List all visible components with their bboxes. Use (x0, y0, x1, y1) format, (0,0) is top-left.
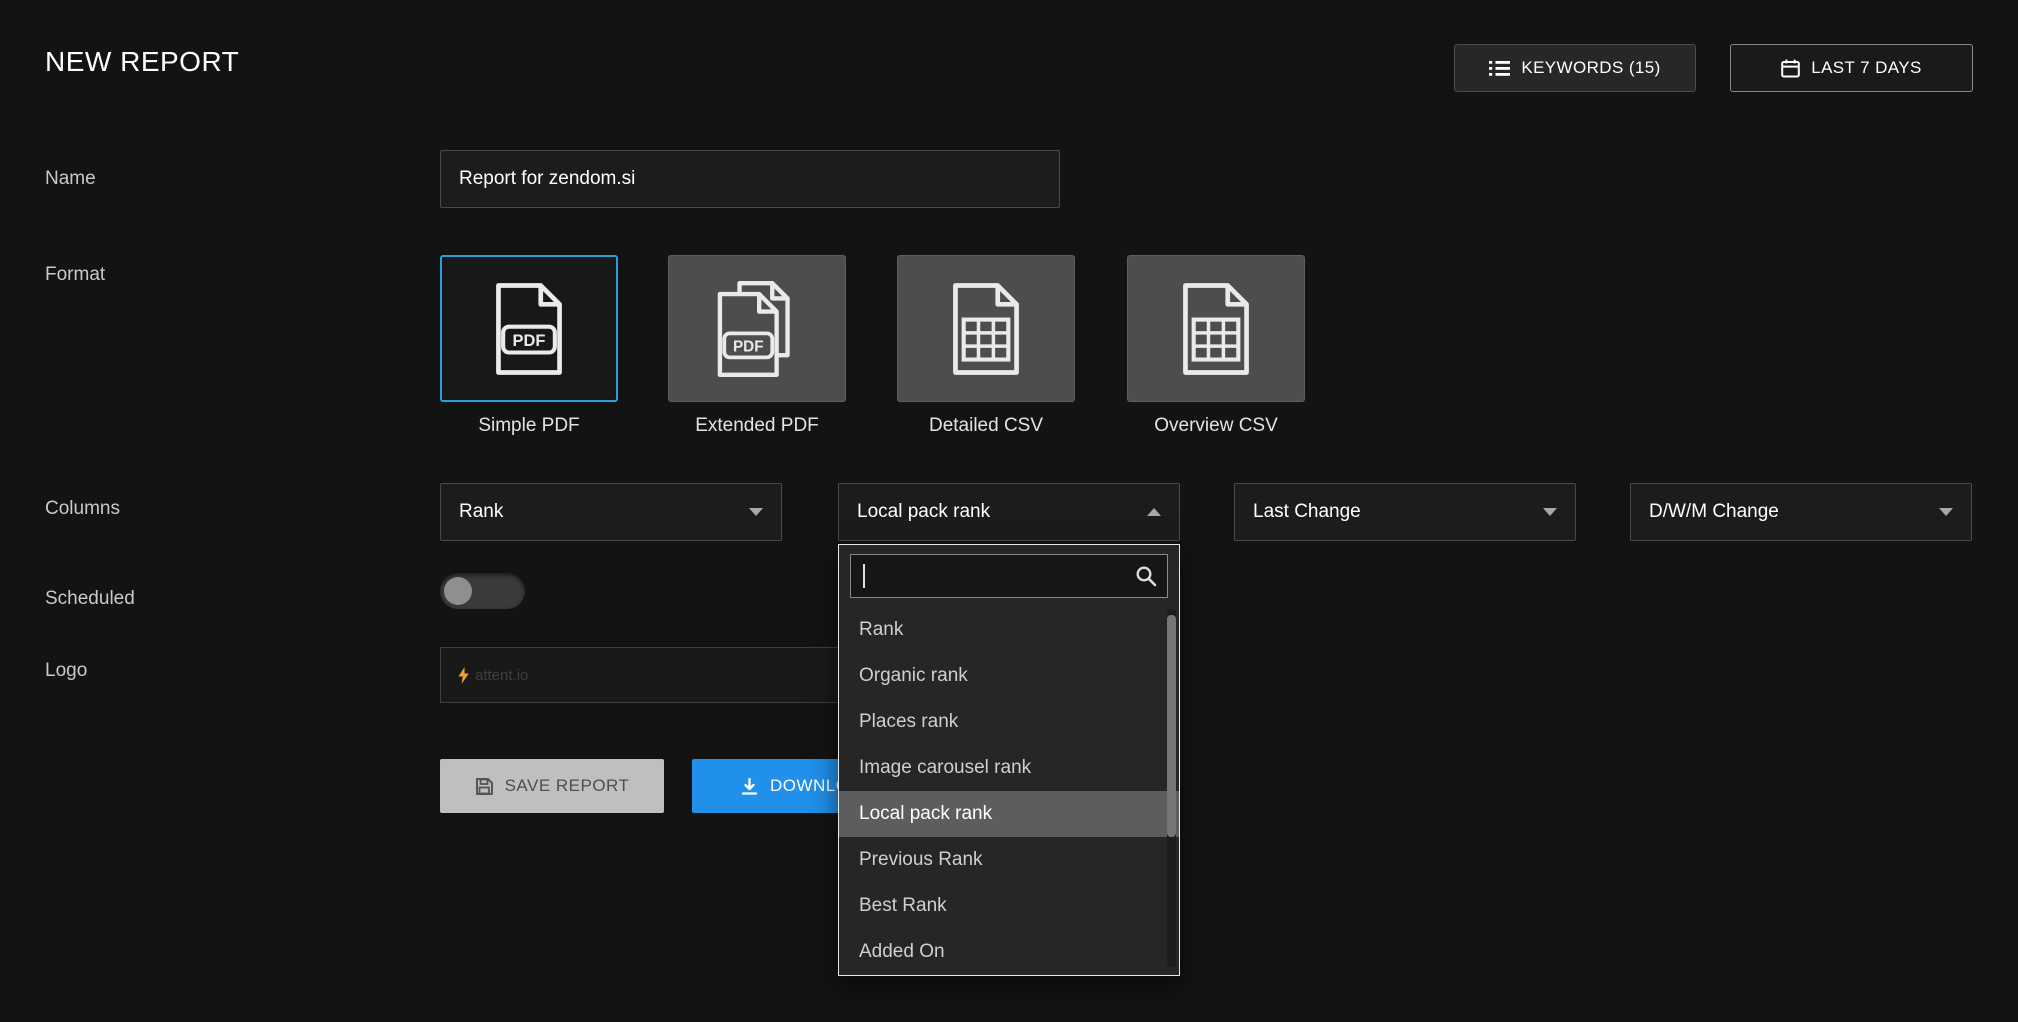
chevron-down-icon (1543, 508, 1557, 516)
columns-select-1[interactable]: Rank (440, 483, 782, 541)
logo-watermark-text: attent.io (475, 667, 528, 684)
format-option-extended-pdf: PDF Extended PDF (668, 255, 846, 437)
keywords-button[interactable]: KEYWORDS (15) (1454, 44, 1696, 92)
pdf-stack-icon: PDF (713, 281, 801, 377)
spreadsheet-icon (946, 282, 1026, 376)
scheduled-toggle[interactable] (440, 573, 525, 609)
dropdown-item[interactable]: Organic rank (839, 653, 1179, 699)
dropdown-item-selected[interactable]: Local pack rank (839, 791, 1179, 837)
columns-label: Columns (45, 498, 120, 520)
dropdown-item-list: Rank Organic rank Places rank Image caro… (839, 607, 1179, 975)
format-option-simple-pdf: PDF Simple PDF (440, 255, 618, 437)
save-report-button[interactable]: SAVE REPORT (440, 759, 664, 813)
report-name-input[interactable] (440, 150, 1060, 208)
dropdown-item[interactable]: Previous Rank (839, 837, 1179, 883)
new-report-page: NEW REPORT KEYWORDS (15) LAST 7 DAYS Nam… (0, 0, 2018, 1022)
dropdown-search-input[interactable] (850, 554, 1168, 598)
spreadsheet-icon (1176, 282, 1256, 376)
toggle-knob (444, 577, 472, 605)
search-icon (1135, 565, 1157, 587)
svg-text:PDF: PDF (513, 332, 546, 350)
download-icon (740, 777, 759, 796)
page-title: NEW REPORT (45, 46, 239, 78)
logo-label: Logo (45, 660, 87, 682)
dropdown-item[interactable]: Image carousel rank (839, 745, 1179, 791)
chevron-down-icon (749, 508, 763, 516)
pdf-file-icon: PDF (489, 282, 569, 376)
dropdown-search (850, 554, 1168, 598)
format-tile-label: Detailed CSV (897, 415, 1075, 437)
format-option-overview-csv: Overview CSV (1127, 255, 1305, 437)
chevron-up-icon (1147, 508, 1161, 516)
columns-select-2[interactable]: Local pack rank (838, 483, 1180, 541)
format-tile-label: Simple PDF (440, 415, 618, 437)
keywords-button-label: KEYWORDS (15) (1521, 58, 1660, 78)
format-tile-extended-pdf[interactable]: PDF (668, 255, 846, 402)
name-label: Name (45, 168, 96, 190)
calendar-icon (1781, 59, 1800, 78)
columns-dropdown-panel: Rank Organic rank Places rank Image caro… (838, 544, 1180, 976)
dropdown-scrollbar-thumb[interactable] (1167, 615, 1176, 837)
columns-select-1-value: Rank (459, 501, 503, 523)
dropdown-item[interactable]: Added On (839, 929, 1179, 975)
format-option-detailed-csv: Detailed CSV (897, 255, 1075, 437)
format-tile-detailed-csv[interactable] (897, 255, 1075, 402)
format-tile-overview-csv[interactable] (1127, 255, 1305, 402)
format-tile-simple-pdf[interactable]: PDF (440, 255, 618, 402)
columns-select-4-value: D/W/M Change (1649, 501, 1779, 523)
save-report-label: SAVE REPORT (505, 776, 630, 796)
dropdown-item[interactable]: Rank (839, 607, 1179, 653)
scheduled-label: Scheduled (45, 588, 135, 610)
columns-select-3[interactable]: Last Change (1234, 483, 1576, 541)
date-range-button[interactable]: LAST 7 DAYS (1730, 44, 1973, 92)
date-range-button-label: LAST 7 DAYS (1811, 58, 1922, 78)
columns-select-4[interactable]: D/W/M Change (1630, 483, 1972, 541)
chevron-down-icon (1939, 508, 1953, 516)
lightning-bolt-icon (457, 667, 470, 684)
save-icon (475, 777, 494, 796)
svg-text:PDF: PDF (733, 338, 764, 355)
format-tile-label: Extended PDF (668, 415, 846, 437)
columns-select-3-value: Last Change (1253, 501, 1361, 523)
format-label: Format (45, 264, 105, 286)
text-caret (863, 564, 865, 588)
list-icon (1489, 60, 1510, 77)
format-tile-label: Overview CSV (1127, 415, 1305, 437)
dropdown-item[interactable]: Places rank (839, 699, 1179, 745)
dropdown-item[interactable]: Best Rank (839, 883, 1179, 929)
columns-select-2-value: Local pack rank (857, 501, 990, 523)
